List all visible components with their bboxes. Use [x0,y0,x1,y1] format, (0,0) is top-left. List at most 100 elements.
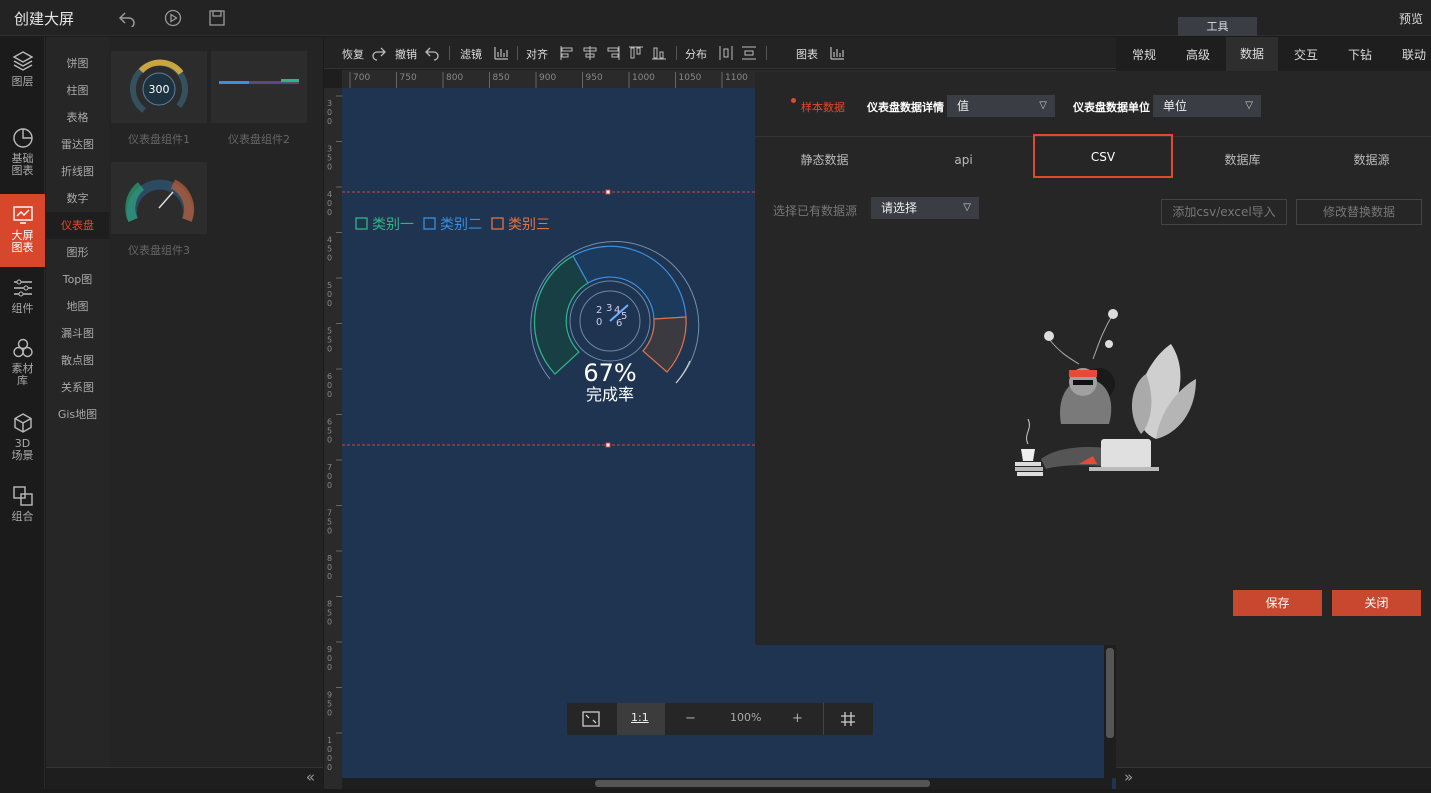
filter-button[interactable]: 滤镜 [460,46,482,62]
align-bottom-icon[interactable] [651,45,667,61]
save-icon[interactable] [208,9,226,27]
detail-select[interactable]: 值 ▽ [947,95,1055,117]
category-list: 饼图 柱图 表格 雷达图 折线图 数字 仪表盘 图形 Top图 地图 漏斗图 散… [46,37,109,767]
tab-data[interactable]: 数据 [1226,37,1279,71]
category-item[interactable]: 折线图 [46,158,109,185]
bar-chart-icon[interactable] [493,45,509,61]
grid-icon[interactable] [840,711,856,727]
collapse-left-icon[interactable]: « [306,768,315,786]
distribute-horizontal-icon[interactable] [718,45,734,61]
category-item[interactable]: 柱图 [46,77,109,104]
sample-data-link[interactable]: 样本数据 [801,99,845,115]
fit-screen-icon[interactable] [582,711,600,727]
sample-data-row: 样本数据 仪表盘数据详情 值 ▽ 仪表盘数据单位 单位 ▽ [755,72,1431,137]
chart-button[interactable]: 图表 [796,46,818,62]
category-item[interactable]: 饼图 [46,50,109,77]
ruler-label: 0 [327,481,332,490]
tab-advanced[interactable]: 高级 [1186,46,1210,63]
add-csv-button[interactable]: 添加csv/excel导入 [1161,199,1287,225]
align-left-icon[interactable] [559,45,575,61]
component-thumbnail [111,162,207,234]
legend-label-2: 类别二 [440,217,482,233]
align-top-icon[interactable] [628,45,644,61]
align-center-icon[interactable] [582,45,598,61]
rail-item-basic-charts[interactable]: 基础 图表 [0,127,45,187]
horizontal-scrollbar[interactable] [342,778,1112,789]
zoom-in-button[interactable]: + [792,711,803,726]
category-item[interactable]: 地图 [46,293,109,320]
tab-api[interactable]: api [894,138,1033,182]
one-to-one-button[interactable]: 1:1 [617,703,665,735]
chart-icon[interactable] [829,45,845,61]
unit-select[interactable]: 单位 ▽ [1153,95,1261,117]
tab-static-data[interactable]: 静态数据 [755,138,894,182]
collapse-right-icon[interactable]: » [1124,768,1133,786]
category-item[interactable]: Gis地图 [46,401,109,428]
tab-datasource[interactable]: 数据源 [1312,138,1431,182]
close-button[interactable]: 关闭 [1332,590,1421,616]
category-item[interactable]: 漏斗图 [46,320,109,347]
tab-csv[interactable]: CSV [1033,134,1173,178]
category-item[interactable]: 数字 [46,185,109,212]
source-label: 选择已有数据源 [773,204,858,218]
save-button[interactable]: 保存 [1233,590,1322,616]
distribute-vertical-icon[interactable] [741,45,757,61]
rail-label: 图层 [11,75,34,88]
align-button[interactable]: 对齐 [526,46,548,62]
undo-button[interactable]: 撤销 [395,46,417,62]
preview-button[interactable]: 预览 [1399,10,1423,27]
ruler-label: 7 [327,463,332,472]
rail-item-layers[interactable]: 图层 [0,50,45,100]
tool-tab[interactable]: 工具 [1178,17,1257,36]
gauge-dial: 2 3 4 5 0 6 67% 完成率 [530,241,700,404]
component-card[interactable]: 仪表盘组件2 [211,51,307,147]
undo-arrow-icon[interactable] [118,9,136,27]
category-item[interactable]: 散点图 [46,347,109,374]
left-footer: « [46,767,323,789]
category-item[interactable]: Top图 [46,266,109,293]
align-right-icon[interactable] [605,45,621,61]
pie-chart-icon [12,128,33,148]
undo-icon[interactable] [424,45,440,61]
component-card[interactable]: 仪表盘组件3 [111,162,207,258]
tab-interaction[interactable]: 交互 [1294,46,1318,63]
source-select[interactable]: 请选择 ▽ [871,197,979,219]
left-rail: 图层 基础 图表 大屏 图表 组件 素材 库 3D 场景 组合 [0,37,45,789]
unit-label: 仪表盘数据单位 [1073,101,1150,114]
rail-item-3d-scene[interactable]: 3D 场景 [0,412,45,472]
ruler-label: 5 [327,281,332,290]
component-card[interactable]: 300 仪表盘组件1 [111,51,207,147]
ruler-label: 0 [327,436,332,445]
tab-general[interactable]: 常规 [1132,46,1156,63]
vertical-ruler: 3003504004505005506006507007508008509009… [324,88,342,789]
play-icon[interactable] [164,9,182,27]
rail-item-materials[interactable]: 素材 库 [0,337,45,395]
redo-icon[interactable] [371,45,387,61]
tab-database[interactable]: 数据库 [1173,138,1312,182]
category-item[interactable]: 表格 [46,104,109,131]
rail-item-big-screen-charts[interactable]: 大屏 图表 [0,194,45,267]
category-item[interactable]: 图形 [46,239,109,266]
rail-label: 素材 库 [11,362,34,387]
category-item-gauge[interactable]: 仪表盘 [46,212,109,239]
ruler-label: 6 [327,372,332,381]
rail-item-components[interactable]: 组件 [0,277,45,322]
component-thumbnail: 300 [111,51,207,123]
detail-label: 仪表盘数据详情 [867,101,944,114]
tab-drilldown[interactable]: 下钻 [1348,46,1372,63]
component-list: 300 仪表盘组件1 仪表盘组件2 仪表盘组件3 [109,37,323,767]
component-label: 仪表盘组件1 [128,133,190,146]
rail-item-group[interactable]: 组合 [0,485,45,530]
ruler-label: 1000 [632,73,655,83]
zoom-out-button[interactable]: − [685,711,696,726]
distribute-button[interactable]: 分布 [685,46,707,62]
redo-button[interactable]: 恢复 [342,46,364,62]
category-item[interactable]: 雷达图 [46,131,109,158]
ruler-label: 5 [327,700,332,709]
ruler-ticks: 3003504004505005506006507007508008509009… [327,95,342,772]
ruler-label: 700 [353,73,370,83]
replace-data-button[interactable]: 修改替换数据 [1296,199,1422,225]
category-item[interactable]: 关系图 [46,374,109,401]
tab-linkage[interactable]: 联动 [1402,46,1426,63]
ruler-label: 7 [327,509,332,518]
